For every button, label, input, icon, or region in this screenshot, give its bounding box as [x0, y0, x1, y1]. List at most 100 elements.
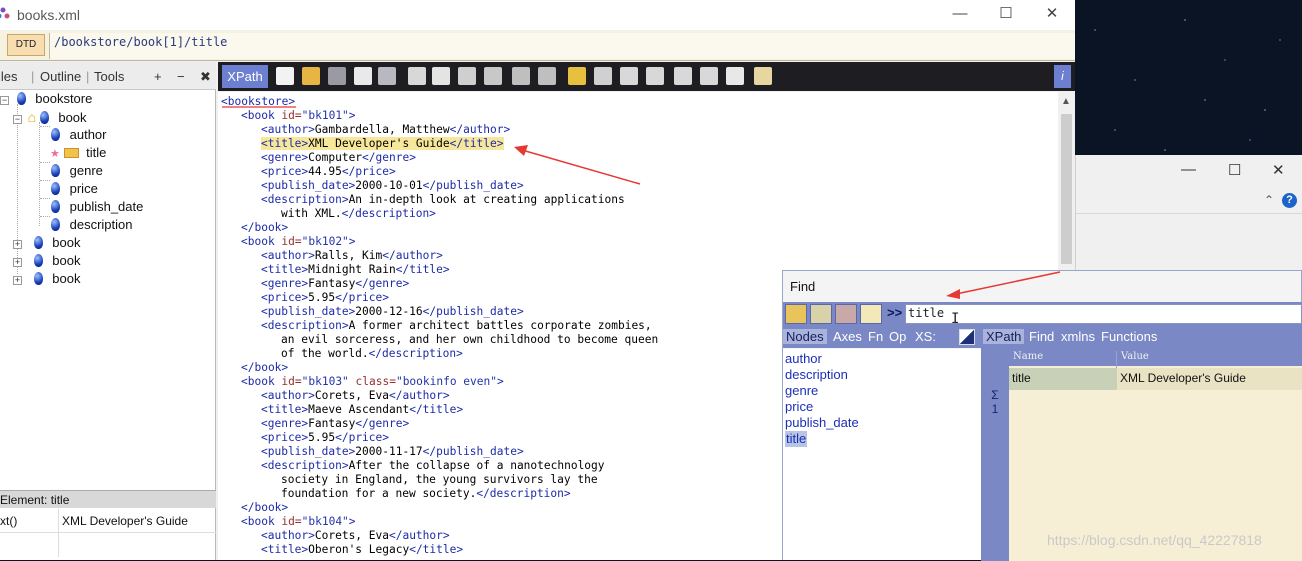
collapse-icon[interactable]: −: [0, 96, 9, 105]
gear-icon[interactable]: [835, 304, 857, 324]
list-icon[interactable]: [726, 67, 744, 85]
tree-node-bookstore[interactable]: − bookstore: [0, 90, 92, 108]
tree-node-author[interactable]: author: [51, 126, 107, 144]
tab-outline[interactable]: Outline: [40, 69, 81, 84]
maximize-button[interactable]: ☐: [986, 3, 1026, 27]
scrollbar-thumb[interactable]: [1061, 114, 1072, 264]
add-button[interactable]: +: [154, 69, 162, 84]
open-folder-icon[interactable]: [302, 67, 320, 85]
copy-icon[interactable]: [432, 67, 450, 85]
tree-node-book[interactable]: + book: [13, 270, 80, 288]
xml-tag: >: [348, 109, 356, 122]
list-item[interactable]: publish_date: [785, 415, 859, 431]
xml-tag: </genre>: [362, 151, 416, 164]
cell-name: title: [1009, 368, 1117, 390]
validate-icon[interactable]: [754, 67, 772, 85]
find-query-input[interactable]: title: [905, 304, 1302, 324]
xpath-input[interactable]: /bookstore/book[1]/title: [49, 33, 1075, 59]
collapse-icon[interactable]: −: [13, 115, 22, 124]
list-item[interactable]: price: [785, 399, 813, 415]
save-as-icon[interactable]: [354, 67, 372, 85]
minimize-icon[interactable]: —: [1181, 161, 1196, 178]
dropdown-icon[interactable]: [860, 304, 882, 324]
expand-icon[interactable]: +: [13, 240, 22, 249]
info-icon[interactable]: i: [1054, 65, 1071, 88]
save-icon[interactable]: [328, 67, 346, 85]
tab-nodes[interactable]: Nodes: [783, 329, 827, 344]
tab-tools[interactable]: Tools: [94, 69, 124, 84]
xml-text: Maeve Ascendant: [308, 403, 410, 416]
paste-icon[interactable]: [458, 67, 476, 85]
code-segment: <description>After the collapse of a nan…: [261, 459, 605, 472]
list-item[interactable]: description: [785, 367, 848, 383]
undo-icon[interactable]: [512, 67, 530, 85]
property-value[interactable]: XML Developer's Guide: [62, 514, 188, 528]
tree-node-title[interactable]: ★ title: [50, 144, 106, 162]
tab-find[interactable]: Find: [1029, 329, 1054, 344]
tab-axes[interactable]: Axes: [833, 329, 862, 344]
tree-node-description[interactable]: description: [51, 216, 133, 234]
code-segment: <author>Corets, Eva</author>: [261, 389, 450, 402]
toggle-icon[interactable]: [959, 329, 975, 345]
close-icon[interactable]: ✕: [1272, 161, 1285, 179]
help-icon[interactable]: ?: [1282, 193, 1297, 208]
tab-xpath[interactable]: XPath: [222, 65, 268, 88]
outdent-icon[interactable]: [620, 67, 638, 85]
column-header-value[interactable]: Value: [1121, 351, 1149, 362]
tree-node-book[interactable]: + book: [13, 252, 80, 270]
code-line: <publish_date>2000-11-17</publish_date>: [261, 445, 524, 459]
scroll-up-icon[interactable]: ▲: [1061, 96, 1071, 107]
xml-text: Fantasy: [308, 277, 356, 290]
close-button[interactable]: ✕: [1032, 3, 1072, 27]
find-icon[interactable]: [484, 67, 502, 85]
tree-node-genre[interactable]: genre: [51, 162, 103, 180]
column-header-name[interactable]: Name: [1013, 351, 1043, 362]
cut-icon[interactable]: [408, 67, 426, 85]
xml-tag: </description>: [368, 347, 463, 360]
xml-tag: </author>: [382, 249, 443, 262]
format-icon[interactable]: [700, 67, 718, 85]
tree-node-book[interactable]: − ⌂ book: [13, 108, 87, 126]
tree-connector: [40, 216, 50, 217]
code-segment: <price>44.95</price>: [261, 165, 396, 178]
tab-xs[interactable]: XS:: [915, 329, 936, 344]
dtd-button[interactable]: DTD: [7, 34, 45, 56]
tab-fn[interactable]: Fn: [868, 329, 883, 344]
close-panel-button[interactable]: ✖: [200, 69, 211, 85]
expand-icon[interactable]: +: [13, 258, 22, 267]
expand-icon[interactable]: +: [13, 276, 22, 285]
redo-icon[interactable]: [538, 67, 556, 85]
tab-xmlns[interactable]: xmlns: [1061, 329, 1095, 344]
bulb-icon: [51, 128, 60, 141]
list-item-selected[interactable]: title: [785, 431, 808, 447]
tree-node-book[interactable]: + book: [13, 234, 80, 252]
remove-button[interactable]: −: [177, 69, 185, 84]
tab-functions[interactable]: Functions: [1101, 329, 1157, 344]
print-icon[interactable]: [378, 67, 396, 85]
pencil-icon[interactable]: [785, 304, 807, 324]
insert-node-icon[interactable]: [568, 67, 586, 85]
tab-xpath[interactable]: XPath: [983, 329, 1025, 344]
star-filter-icon[interactable]: [810, 304, 832, 324]
tab-files[interactable]: iles: [0, 69, 18, 84]
xml-attribute-value: "bk104": [301, 515, 349, 528]
align-icon[interactable]: [674, 67, 692, 85]
xml-tag: </genre>: [355, 277, 410, 290]
table-row[interactable]: title XML Developer's Guide: [1009, 368, 1302, 390]
code-line: <description>An in-depth look at creatin…: [261, 193, 625, 207]
list-item[interactable]: genre: [785, 383, 818, 399]
tree-node-price[interactable]: price: [51, 180, 98, 198]
indent-icon[interactable]: [646, 67, 664, 85]
new-file-icon[interactable]: [276, 67, 294, 85]
tab-op[interactable]: Op: [889, 329, 906, 344]
maximize-icon[interactable]: ☐: [1228, 161, 1241, 179]
xml-text: A former architect battles corporate zom…: [348, 319, 652, 332]
minimize-button[interactable]: —: [940, 3, 980, 27]
delete-node-icon[interactable]: [594, 67, 612, 85]
tree-node-publish-date[interactable]: publish_date: [51, 198, 143, 216]
list-item[interactable]: author: [785, 351, 822, 367]
chevron-up-icon[interactable]: ⌃: [1264, 193, 1274, 207]
grid-header: Name Value: [1009, 348, 1302, 369]
xml-tag: <description>: [261, 193, 349, 206]
code-line: <book id="bk104">: [241, 515, 356, 529]
